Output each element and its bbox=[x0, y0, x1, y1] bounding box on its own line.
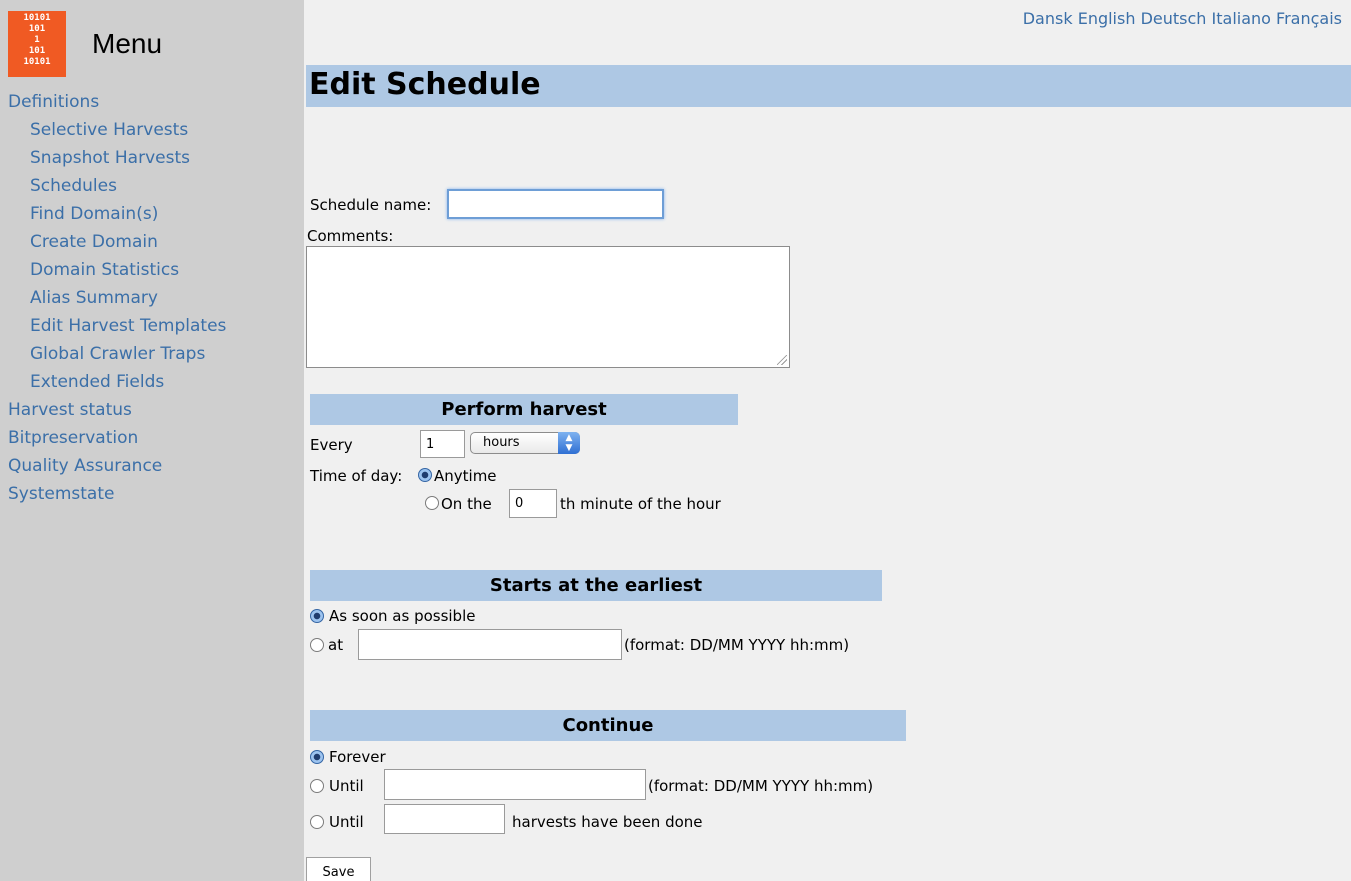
sidebar-nav: Definitions Selective Harvests Snapshot Ha… bbox=[0, 88, 226, 508]
asap-radio[interactable] bbox=[310, 609, 324, 623]
lang-english[interactable]: English bbox=[1078, 9, 1136, 28]
lang-italiano[interactable]: Italiano bbox=[1212, 9, 1271, 28]
sidebar-item-harvest-status[interactable]: Harvest status bbox=[0, 396, 226, 424]
harvests-count-input[interactable] bbox=[384, 804, 505, 834]
until-date-radio[interactable] bbox=[310, 779, 324, 793]
menu-title: Menu bbox=[92, 28, 163, 59]
minute-input[interactable] bbox=[509, 489, 557, 518]
forever-radio[interactable] bbox=[310, 750, 324, 764]
logo-icon: 10101 101 1 101 10101 bbox=[8, 11, 66, 77]
page-title-bar: Edit Schedule bbox=[306, 65, 1351, 107]
unit-select[interactable]: hours ▲ ▼ bbox=[470, 432, 580, 454]
minute-suffix-label: th minute of the hour bbox=[560, 495, 721, 513]
save-button[interactable]: Save bbox=[306, 857, 371, 881]
sidebar-item-find-domain-s[interactable]: Find Domain(s) bbox=[0, 200, 226, 228]
select-arrows-icon: ▲ ▼ bbox=[558, 432, 580, 454]
sidebar-item-domain-statistics[interactable]: Domain Statistics bbox=[0, 256, 226, 284]
unit-select-value: hours bbox=[483, 435, 520, 450]
logo-bits: 10101 101 1 101 10101 bbox=[8, 13, 66, 68]
every-input[interactable] bbox=[420, 430, 465, 458]
until-harvests-label: Until bbox=[329, 813, 364, 831]
sidebar-item-selective-harvests[interactable]: Selective Harvests bbox=[0, 116, 226, 144]
sidebar-item-definitions[interactable]: Definitions bbox=[0, 88, 226, 116]
anytime-radio[interactable] bbox=[418, 468, 432, 482]
lang-francais[interactable]: Français bbox=[1276, 9, 1342, 28]
sidebar-item-create-domain[interactable]: Create Domain bbox=[0, 228, 226, 256]
time-of-day-label: Time of day: bbox=[310, 467, 403, 485]
until-format-hint: (format: DD/MM YYYY hh:mm) bbox=[648, 777, 874, 795]
page-title: Edit Schedule bbox=[309, 67, 541, 102]
sidebar-item-snapshot-harvests[interactable]: Snapshot Harvests bbox=[0, 144, 226, 172]
logo-bit-row: 10101 bbox=[23, 13, 51, 23]
sidebar-item-global-crawler-traps[interactable]: Global Crawler Traps bbox=[0, 340, 226, 368]
on-the-minute-radio[interactable] bbox=[425, 496, 439, 510]
comments-label: Comments: bbox=[307, 227, 394, 245]
harvests-suffix-label: harvests have been done bbox=[512, 813, 703, 831]
sidebar-item-schedules[interactable]: Schedules bbox=[0, 172, 226, 200]
start-format-hint: (format: DD/MM YYYY hh:mm) bbox=[624, 636, 850, 654]
schedule-name-input[interactable] bbox=[447, 189, 664, 219]
every-label: Every bbox=[310, 436, 353, 454]
asap-label: As soon as possible bbox=[329, 607, 476, 625]
sidebar-item-alias-summary[interactable]: Alias Summary bbox=[0, 284, 226, 312]
logo-bit-row: 101 bbox=[28, 24, 46, 34]
logo-bit-row: 1 bbox=[34, 35, 40, 45]
on-the-label: On the bbox=[441, 495, 492, 513]
start-at-label: at bbox=[328, 636, 344, 654]
logo-bit-row: 10101 bbox=[23, 57, 51, 67]
anytime-label: Anytime bbox=[434, 467, 497, 485]
logo-bit-row: 101 bbox=[28, 46, 46, 56]
until-date-label: Until bbox=[329, 777, 364, 795]
lang-deutsch[interactable]: Deutsch bbox=[1141, 9, 1207, 28]
start-at-radio[interactable] bbox=[310, 638, 324, 652]
lang-dansk[interactable]: Dansk bbox=[1023, 9, 1073, 28]
sidebar-item-bitpreservation[interactable]: Bitpreservation bbox=[0, 424, 226, 452]
until-date-input[interactable] bbox=[384, 769, 646, 800]
sidebar-item-systemstate[interactable]: Systemstate bbox=[0, 480, 226, 508]
starts-header: Starts at the earliest bbox=[310, 570, 882, 601]
sidebar-item-quality-assurance[interactable]: Quality Assurance bbox=[0, 452, 226, 480]
sidebar-item-extended-fields[interactable]: Extended Fields bbox=[0, 368, 226, 396]
continue-header: Continue bbox=[310, 710, 906, 741]
language-selector: Dansk English Deutsch Italiano Français bbox=[1023, 9, 1342, 28]
sidebar-item-edit-harvest-templates[interactable]: Edit Harvest Templates bbox=[0, 312, 226, 340]
comments-textarea[interactable] bbox=[306, 246, 790, 368]
perform-harvest-header: Perform harvest bbox=[310, 394, 738, 425]
sidebar: 10101 101 1 101 10101 Menu Definitions Select… bbox=[0, 0, 304, 881]
resize-grip-icon[interactable] bbox=[777, 355, 787, 365]
schedule-name-label: Schedule name: bbox=[310, 196, 432, 214]
forever-label: Forever bbox=[329, 748, 386, 766]
start-at-input[interactable] bbox=[358, 629, 622, 660]
until-harvests-radio[interactable] bbox=[310, 815, 324, 829]
